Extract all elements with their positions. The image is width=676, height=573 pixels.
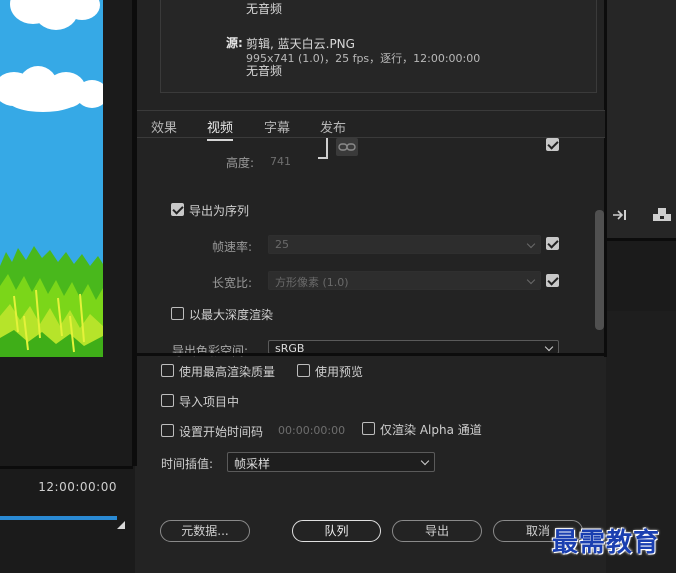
timeline-header (606, 241, 676, 311)
alpha-only-label: 仅渲染 Alpha 通道 (380, 423, 482, 437)
set-start-timecode-checkbox[interactable] (161, 424, 174, 437)
audio-status-bottom: 无音频 (246, 64, 283, 78)
render-max-depth-checkbox[interactable] (171, 307, 184, 320)
tab-publish[interactable]: 发布 (320, 117, 346, 136)
set-start-timecode-label: 设置开始时间码 (179, 425, 264, 439)
tab-video[interactable]: 视频 (207, 117, 234, 141)
height-label: 高度: (226, 156, 255, 170)
preview-image (0, 0, 103, 357)
source-preview-panel: 12:00:00:00 (0, 0, 135, 573)
link-bracket (326, 138, 328, 159)
audio-status-top: 无音频 (246, 2, 283, 16)
watermark-logo: 最需教育 (552, 528, 661, 558)
import-into-project-checkbox[interactable] (161, 394, 174, 407)
export-as-sequence-label: 导出为序列 (189, 204, 250, 218)
export-summary: 无音频 源: 剪辑, 蓝天白云.PNG 995x741 (1.0)，25 fps… (160, 0, 597, 93)
export-button[interactable]: 导出 (392, 520, 482, 542)
max-render-quality-label: 使用最高渲染质量 (179, 365, 276, 379)
match-source-checkbox[interactable] (546, 138, 559, 151)
aspect-ratio-match-checkbox[interactable] (546, 274, 559, 287)
frame-rate-label: 帧速率: (212, 240, 253, 254)
panel-divider (604, 0, 607, 357)
import-into-project-label: 导入项目中 (179, 395, 240, 409)
start-timecode-value[interactable]: 00:00:00:00 (278, 424, 345, 437)
use-previews-checkbox[interactable] (297, 364, 310, 377)
link-bracket (318, 157, 328, 159)
time-interpolation-label: 时间插值: (161, 457, 214, 471)
queue-button[interactable]: 队列 (292, 520, 381, 542)
constrain-proportions-button[interactable] (336, 138, 358, 156)
export-as-sequence-checkbox[interactable] (171, 203, 184, 216)
overwrite-icon[interactable] (652, 207, 672, 223)
settings-tabs: 效果 视频 字幕 发布 (137, 110, 605, 141)
aspect-ratio-select[interactable]: 方形像素 (1.0) (268, 271, 541, 290)
height-value[interactable]: 741 (270, 155, 291, 168)
metadata-button[interactable]: 元数据... (160, 520, 250, 542)
tab-captions[interactable]: 字幕 (264, 117, 290, 136)
alpha-only-checkbox[interactable] (362, 422, 375, 435)
aspect-ratio-label: 长宽比: (212, 276, 253, 290)
right-panel-top (606, 0, 676, 238)
settings-scrollbar[interactable] (595, 210, 604, 330)
time-interpolation-select[interactable]: 帧采样 (227, 452, 435, 472)
source-label: 源: (226, 36, 243, 50)
frame-rate-select[interactable]: 25 (268, 235, 541, 254)
panel-divider (132, 0, 137, 466)
timecode-display: 12:00:00:00 (38, 480, 117, 494)
use-previews-label: 使用预览 (315, 365, 364, 379)
max-render-quality-checkbox[interactable] (161, 364, 174, 377)
playback-progress-bar[interactable] (0, 516, 117, 520)
color-space-label: 导出色彩空间: (172, 344, 249, 358)
insert-arrow-icon[interactable] (612, 208, 628, 222)
playhead-marker[interactable] (117, 521, 125, 529)
right-panel (606, 0, 676, 573)
divider (137, 353, 606, 356)
color-space-select[interactable]: sRGB (268, 340, 559, 355)
chain-link-icon (338, 143, 356, 151)
frame-rate-match-checkbox[interactable] (546, 237, 559, 250)
divider (0, 466, 133, 469)
tab-effects[interactable]: 效果 (151, 117, 177, 136)
render-max-depth-label: 以最大深度渲染 (189, 308, 274, 322)
